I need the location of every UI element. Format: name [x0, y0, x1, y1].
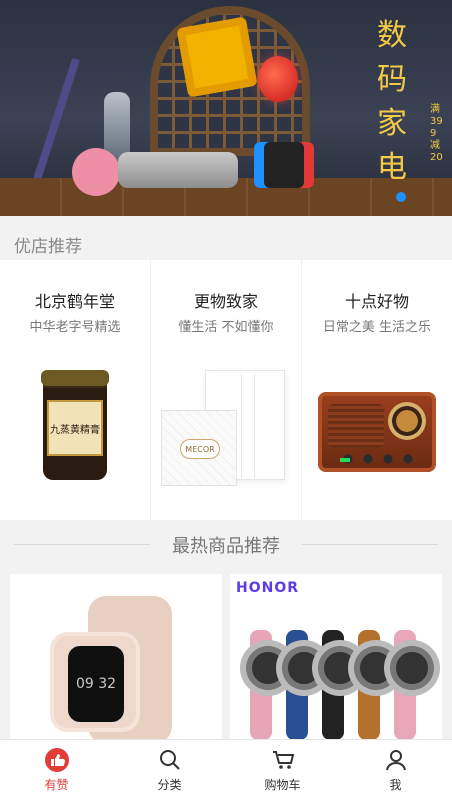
speaker-image: [118, 152, 238, 188]
hot-products-header: 最热商品推荐: [0, 532, 452, 557]
bottom-navigation: 有赞 分类 购物车 我: [0, 739, 452, 799]
store-subtitle: 日常之美 生活之乐: [322, 320, 432, 335]
jar-icon: 九蒸黄精膏: [41, 370, 109, 480]
store-recommendations: 北京鹤年堂 中华老字号精选 九蒸黄精膏 更物致家 懂生活 不如懂你 MECOR …: [0, 260, 452, 520]
promo-banner[interactable]: 数码家电 满399减20: [0, 0, 452, 216]
nav-item-profile[interactable]: 我: [339, 740, 452, 799]
cart-icon: [269, 746, 297, 774]
nav-label: 分类: [157, 778, 182, 792]
store-subtitle: 懂生活 不如懂你: [178, 320, 274, 335]
store-name: 更物致家: [193, 292, 258, 311]
nav-item-like[interactable]: 有赞: [0, 740, 113, 799]
user-icon: [382, 746, 410, 774]
divider-line: [302, 544, 438, 545]
lattice-ornament-image: [176, 16, 258, 98]
carousel-dot-active[interactable]: [396, 192, 406, 202]
search-icon: [156, 746, 184, 774]
brand-logo: HONOR: [236, 580, 300, 596]
jar-label: 九蒸黄精膏: [47, 400, 103, 456]
lantern-image: [258, 56, 298, 102]
nav-label: 我: [389, 778, 402, 792]
nav-label: 有赞: [44, 778, 69, 792]
banner-promo-tag: 满399减20: [430, 104, 443, 163]
product-card[interactable]: 09 32: [10, 574, 222, 744]
store-card[interactable]: 更物致家 懂生活 不如懂你 MECOR: [151, 260, 302, 520]
product-card[interactable]: HONOR: [230, 574, 442, 744]
gift-box-icon: MECOR: [161, 370, 291, 490]
like-icon: [43, 746, 71, 774]
banner-caption: 数码家电: [377, 18, 407, 185]
store-card[interactable]: 北京鹤年堂 中华老字号精选 九蒸黄精膏: [0, 260, 151, 520]
store-name: 十点好物: [344, 292, 409, 311]
nav-label: 购物车: [264, 778, 301, 792]
game-console-image: [254, 142, 314, 188]
store-subtitle: 中华老字号精选: [29, 320, 121, 335]
gift-box-logo: MECOR: [180, 439, 220, 459]
hot-products-section: 最热商品推荐 09 32 HONOR: [0, 520, 452, 744]
cleansing-device-image: [72, 148, 120, 196]
nav-item-cart[interactable]: 购物车: [226, 740, 339, 799]
watch-set-icon: [240, 630, 440, 740]
radio-icon: [318, 392, 436, 472]
store-card[interactable]: 十点好物 日常之美 生活之乐: [302, 260, 452, 520]
section-title: 优店推荐: [14, 237, 82, 257]
nav-item-category[interactable]: 分类: [113, 740, 226, 799]
hot-products-title: 最热商品推荐: [172, 536, 280, 557]
smartwatch-screen: 09 32: [68, 646, 124, 722]
store-name: 北京鹤年堂: [34, 292, 115, 311]
